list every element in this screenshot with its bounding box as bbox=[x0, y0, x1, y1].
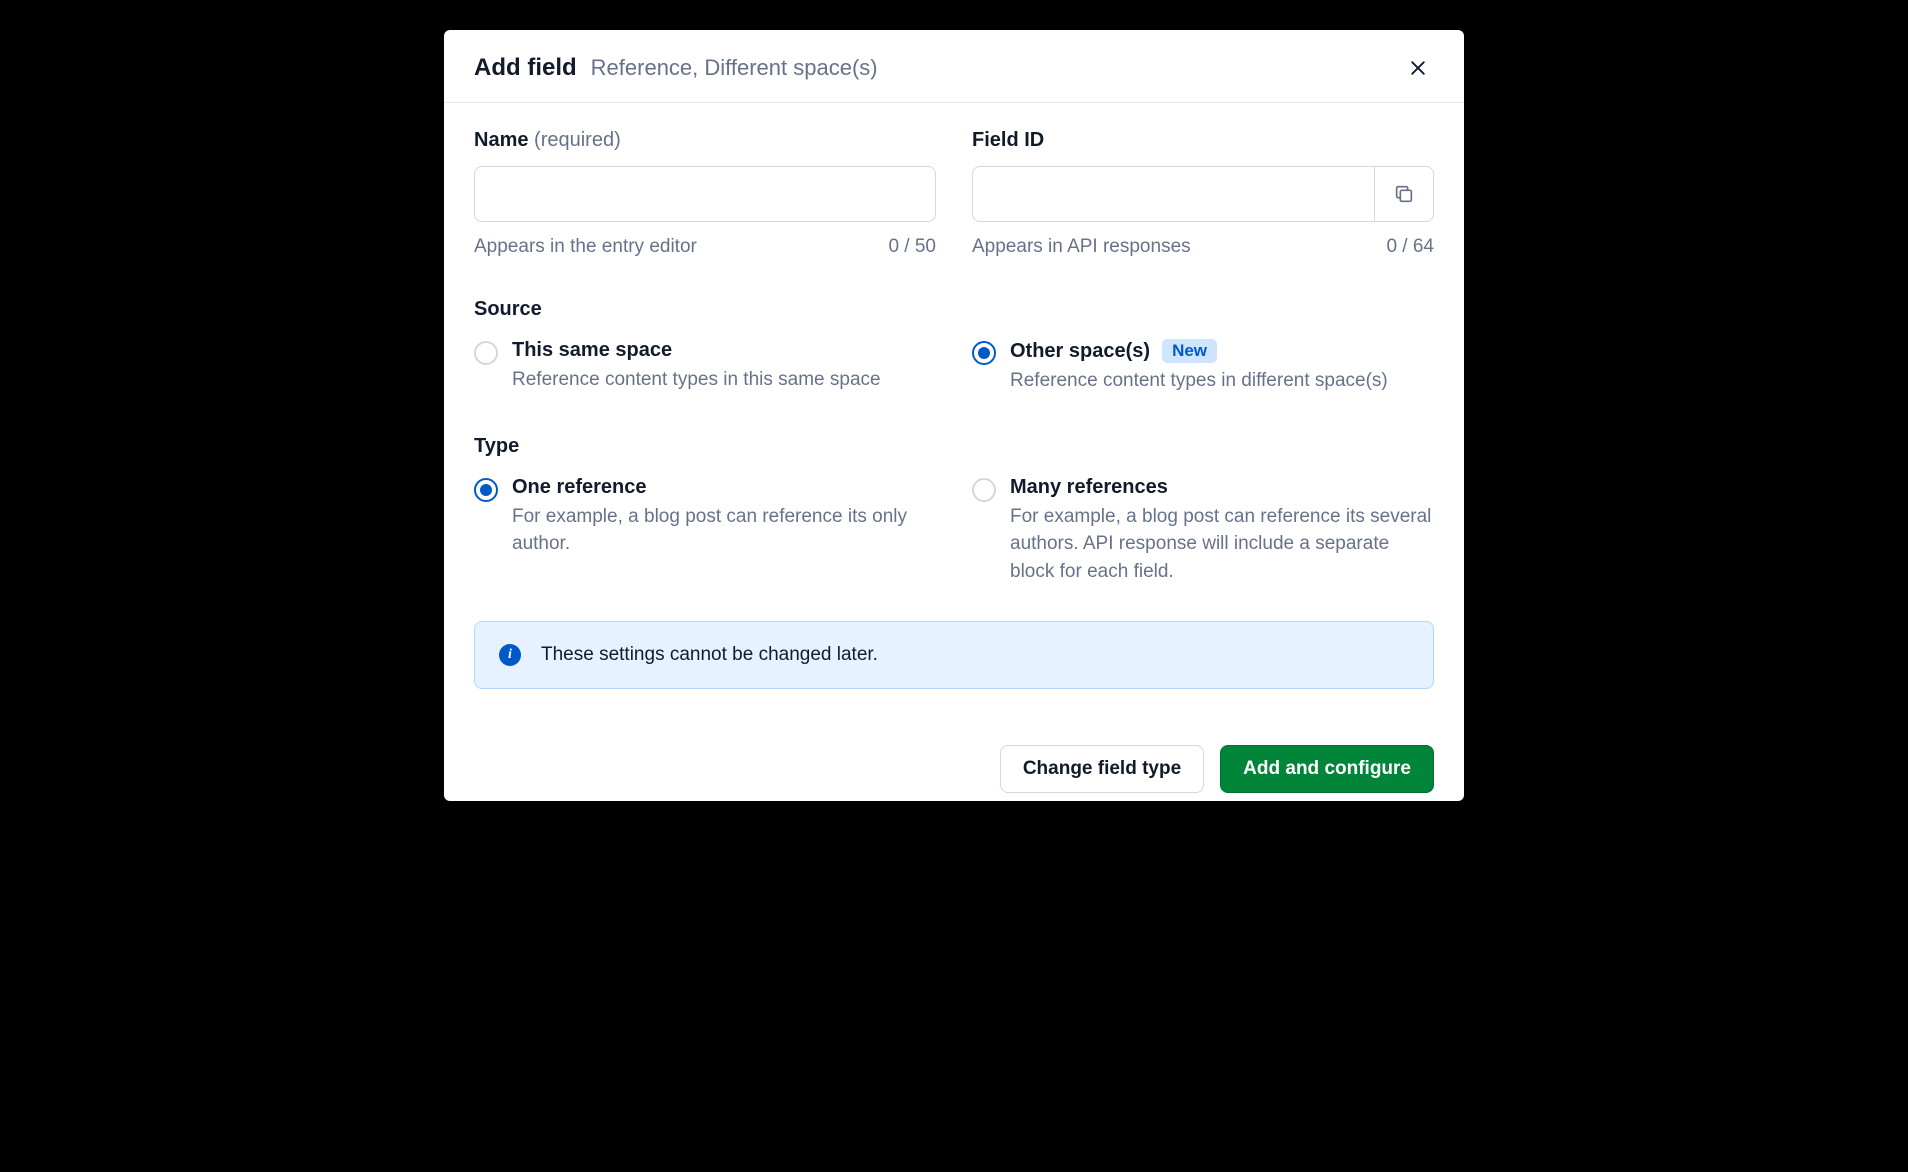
name-label: Name (required) bbox=[474, 129, 936, 152]
name-counter: 0 / 50 bbox=[888, 236, 936, 258]
fieldid-counter: 0 / 64 bbox=[1386, 236, 1434, 258]
name-required-suffix: (required) bbox=[534, 129, 621, 151]
modal-body: Name (required) Appears in the entry edi… bbox=[444, 103, 1464, 689]
radio-type-many-references[interactable]: Many references For example, a blog post… bbox=[972, 476, 1434, 586]
source-options: This same space Reference content types … bbox=[474, 339, 1434, 395]
add-field-modal: Add field Reference, Different space(s) … bbox=[444, 30, 1464, 801]
info-text: These settings cannot be changed later. bbox=[541, 644, 878, 666]
radio-indicator bbox=[972, 478, 996, 502]
modal-footer: Change field type Add and configure bbox=[444, 689, 1464, 801]
source-heading: Source bbox=[474, 298, 1434, 321]
radio-indicator bbox=[474, 341, 498, 365]
modal-title-wrap: Add field Reference, Different space(s) bbox=[474, 54, 878, 82]
radio-desc: For example, a blog post can reference i… bbox=[1010, 503, 1434, 586]
radio-desc: Reference content types in this same spa… bbox=[512, 366, 936, 394]
copy-fieldid-button[interactable] bbox=[1374, 166, 1435, 222]
type-heading: Type bbox=[474, 435, 1434, 458]
fieldid-label: Field ID bbox=[972, 129, 1434, 152]
radio-source-same-space[interactable]: This same space Reference content types … bbox=[474, 339, 936, 394]
radio-indicator bbox=[474, 478, 498, 502]
fieldid-helper: Appears in API responses bbox=[972, 236, 1191, 258]
radio-title: Other space(s) bbox=[1010, 340, 1150, 363]
radio-indicator bbox=[972, 341, 996, 365]
radio-source-other-spaces[interactable]: Other space(s) New Reference content typ… bbox=[972, 339, 1434, 395]
add-and-configure-button[interactable]: Add and configure bbox=[1220, 745, 1434, 793]
change-field-type-button[interactable]: Change field type bbox=[1000, 745, 1204, 793]
radio-desc: Reference content types in different spa… bbox=[1010, 367, 1434, 395]
modal-header: Add field Reference, Different space(s) bbox=[444, 30, 1464, 103]
radio-title: One reference bbox=[512, 476, 647, 499]
radio-title: This same space bbox=[512, 339, 672, 362]
name-label-text: Name bbox=[474, 129, 528, 151]
modal-title: Add field bbox=[474, 54, 577, 82]
name-field-group: Name (required) Appears in the entry edi… bbox=[474, 129, 936, 258]
radio-title: Many references bbox=[1010, 476, 1168, 499]
close-icon bbox=[1408, 58, 1428, 78]
fieldid-field-group: Field ID Appears in API responses 0 / 64 bbox=[972, 129, 1434, 258]
radio-type-one-reference[interactable]: One reference For example, a blog post c… bbox=[474, 476, 936, 558]
name-input[interactable] bbox=[474, 166, 936, 222]
modal-subtitle: Reference, Different space(s) bbox=[591, 55, 878, 81]
fieldid-input[interactable] bbox=[972, 166, 1374, 222]
type-options: One reference For example, a blog post c… bbox=[474, 476, 1434, 586]
info-banner: i These settings cannot be changed later… bbox=[474, 621, 1434, 689]
radio-desc: For example, a blog post can reference i… bbox=[512, 503, 936, 558]
info-icon: i bbox=[499, 644, 521, 666]
name-helper: Appears in the entry editor bbox=[474, 236, 697, 258]
new-badge: New bbox=[1162, 339, 1217, 363]
copy-icon bbox=[1393, 183, 1415, 205]
close-button[interactable] bbox=[1402, 52, 1434, 84]
